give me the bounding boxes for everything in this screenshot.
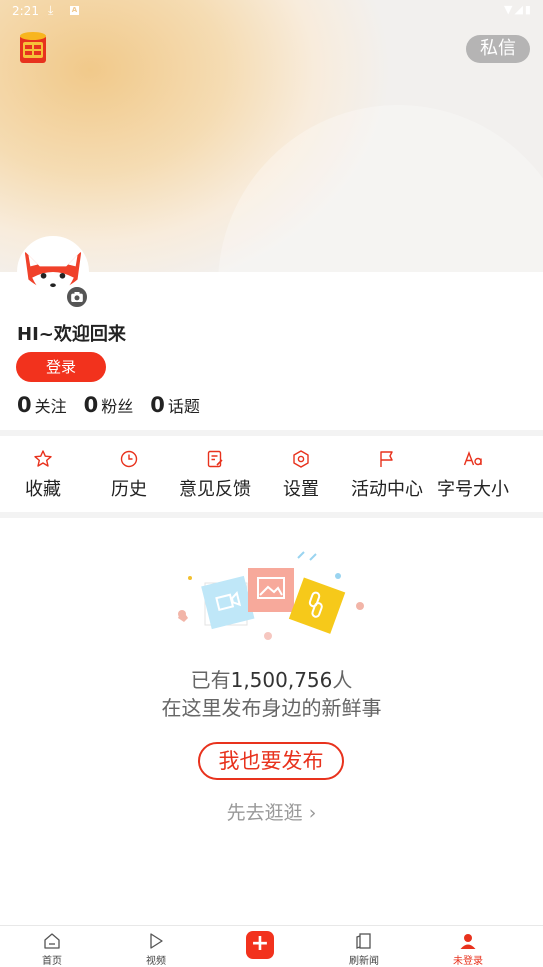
menu-item-history[interactable]: 历史 [86, 440, 172, 512]
plus-icon: + [246, 931, 274, 959]
stat-label: 关注 [34, 397, 67, 416]
stat-count: 0 [17, 393, 32, 417]
private-message-button[interactable]: 私信 [466, 35, 530, 63]
decorative-circle [218, 105, 543, 272]
tab-publish[interactable]: + [208, 926, 312, 967]
empty-state-description: 在这里发布身边的新鲜事 [161, 696, 382, 720]
stat-topics[interactable]: 0 话题 [150, 393, 200, 417]
user-icon [460, 934, 476, 949]
count-prefix: 已有 [190, 668, 231, 692]
user-count-line: 已有1,500,756人 [0, 664, 543, 693]
tab-label: 刷新闻 [349, 956, 379, 967]
empty-state-illustration [178, 551, 364, 640]
stat-count: 0 [150, 393, 165, 417]
stat-label: 话题 [167, 397, 200, 416]
news-icon [356, 933, 371, 949]
menu-item-settings[interactable]: 设置 [258, 440, 344, 512]
menu-item-label: 设置 [283, 479, 319, 500]
red-packet-icon[interactable] [18, 30, 48, 64]
home-icon [44, 933, 60, 949]
camera-icon[interactable] [65, 285, 89, 309]
tab-label: 视频 [146, 956, 166, 967]
menu-item-font-size[interactable]: 字号大小 [430, 440, 516, 512]
feedback-icon [207, 450, 223, 468]
status-time: 2:21 [12, 4, 39, 18]
menu-item-label: 活动中心 [351, 479, 423, 500]
menu-item-label: 历史 [111, 479, 147, 500]
menu-item-label: 字号大小 [437, 479, 509, 500]
section-divider [0, 512, 543, 518]
quick-menu: 收藏 历史 意见反馈 设置 活动中心 字号大小 [0, 440, 543, 512]
tab-label: 首页 [42, 956, 62, 967]
welcome-text: HI~欢迎回来 [17, 324, 126, 345]
status-bar: 2:21 ⤓ A ▼◢▮ [0, 0, 543, 24]
settings-icon [293, 450, 309, 468]
tab-profile[interactable]: 未登录 [416, 926, 520, 967]
user-count: 1,500,756 [230, 668, 333, 692]
menu-item-label: 意见反馈 [179, 479, 251, 500]
stat-fans[interactable]: 0 粉丝 [84, 393, 134, 417]
status-icons: ▼◢▮ [504, 3, 533, 16]
flag-icon [380, 451, 393, 467]
star-icon [34, 450, 52, 467]
stat-label: 粉丝 [101, 397, 134, 416]
count-suffix: 人 [332, 668, 353, 692]
tab-video[interactable]: 视频 [104, 926, 208, 967]
publish-button[interactable]: 我也要发布 [198, 742, 344, 780]
browse-link[interactable]: 先去逛逛 › [0, 798, 543, 825]
tab-news[interactable]: 刷新闻 [312, 926, 416, 967]
profile-stats: 0 关注 0 粉丝 0 话题 [17, 393, 217, 417]
play-icon [150, 933, 163, 949]
clock-icon [120, 450, 138, 468]
menu-item-feedback[interactable]: 意见反馈 [172, 440, 258, 512]
profile-header-background [0, 0, 543, 272]
notification-a-icon: A [70, 6, 79, 15]
download-icon: ⤓ [48, 3, 54, 17]
bottom-tab-bar: 首页 视频 + 刷新闻 未登录 [0, 925, 543, 967]
stat-following[interactable]: 0 关注 [17, 393, 67, 417]
menu-item-label: 收藏 [25, 479, 61, 500]
tab-label: 未登录 [453, 956, 483, 967]
stat-count: 0 [83, 393, 99, 417]
font-size-icon [463, 451, 482, 466]
menu-item-activity-center[interactable]: 活动中心 [344, 440, 430, 512]
tab-home[interactable]: 首页 [0, 926, 104, 967]
login-button[interactable]: 登录 [16, 352, 106, 382]
section-divider [0, 430, 543, 436]
menu-item-favorites[interactable]: 收藏 [0, 440, 86, 512]
